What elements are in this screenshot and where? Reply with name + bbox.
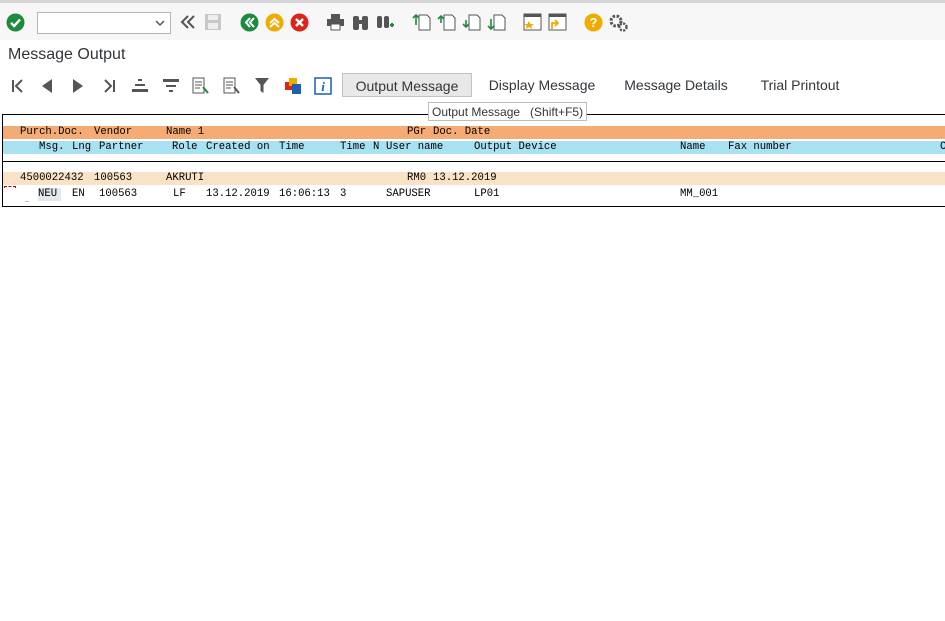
find-binoculars-icon[interactable] [350, 12, 370, 32]
save-icon[interactable] [203, 12, 223, 32]
col-header-purch-doc: Purch.Doc. [20, 126, 84, 138]
list-header-row-2: Msg. Lng Partner Role Created on Time Ti… [3, 141, 945, 154]
last-page-icon[interactable] [486, 12, 506, 32]
col-header-partner: Partner [99, 141, 144, 153]
next-item-icon[interactable] [68, 77, 88, 95]
back-icon[interactable] [239, 12, 259, 32]
new-session-icon[interactable] [522, 12, 542, 32]
find-next-icon[interactable] [375, 12, 395, 32]
system-toolbar: ? [0, 0, 945, 40]
col-header-created-on: Created on [206, 141, 270, 153]
cell-vendor: 100563 [94, 172, 133, 184]
color-legend-icon[interactable] [283, 77, 303, 95]
col-header-time: Time [279, 141, 305, 153]
cell-name: MM_001 [680, 188, 719, 200]
cell-role: LF [173, 188, 186, 200]
cell-created-on: 13.12.2019 [206, 188, 270, 200]
help-icon[interactable]: ? [583, 12, 603, 32]
exit-up-icon[interactable] [264, 12, 284, 32]
document-row[interactable]: 4500022432 100563 AKRUTI RM0 13.12.2019 [3, 172, 945, 185]
page-title: Message Output [8, 46, 126, 63]
col-header-user-name: User name [386, 141, 444, 153]
tooltip: Output Message (Shift+F5) [428, 102, 588, 121]
previous-item-icon[interactable] [37, 77, 57, 95]
svg-text:?: ? [589, 15, 597, 30]
cancel-icon[interactable] [289, 12, 309, 32]
col-header-time-2: Time [340, 141, 366, 153]
col-header-name1: Name 1 [166, 126, 205, 138]
command-field[interactable] [37, 12, 171, 34]
list-header-row-1: Purch.Doc. Vendor Name 1 PGr Doc. Date [3, 126, 945, 139]
cell-purch-doc: 4500022432 [20, 172, 84, 184]
cell-pgr: RM0 [407, 172, 427, 184]
print-icon[interactable] [325, 12, 345, 32]
message-list: Purch.Doc. Vendor Name 1 PGr Doc. Date M… [2, 114, 945, 207]
col-header-vendor: Vendor [94, 126, 133, 138]
change-layout-icon[interactable] [222, 77, 242, 95]
last-item-icon[interactable] [99, 77, 119, 95]
display-message-button[interactable]: Display Message [478, 73, 606, 97]
settings-gear-icon[interactable] [608, 12, 628, 32]
sort-descending-icon[interactable] [161, 77, 181, 95]
cell-output-device: LP01 [474, 188, 500, 200]
select-layout-icon[interactable] [191, 77, 211, 95]
cell-lng: EN [72, 188, 85, 200]
double-chevron-left-icon[interactable] [178, 12, 198, 32]
cell-n: 3 [340, 188, 347, 200]
col-header-trailing: C [940, 141, 945, 154]
output-message-button[interactable]: Output Message [342, 73, 472, 97]
col-header-pgr: PGr [407, 126, 427, 138]
previous-page-icon[interactable] [436, 12, 456, 32]
col-header-msg: Msg. [39, 141, 65, 153]
col-header-name: Name [680, 141, 706, 153]
col-header-lng: Lng [72, 141, 92, 153]
cell-partner: 100563 [99, 188, 138, 200]
col-header-n: N [373, 141, 380, 153]
command-input[interactable] [41, 14, 155, 34]
message-row[interactable]: NEU EN 100563 LF 13.12.2019 16:06:13 3 S… [3, 188, 945, 201]
first-page-icon[interactable] [411, 12, 431, 32]
filter-icon[interactable] [252, 77, 272, 95]
svg-text:i: i [321, 79, 325, 94]
application-toolbar: i Output Message Display Message Message… [0, 70, 945, 102]
info-icon[interactable]: i [313, 77, 333, 95]
col-header-role: Role [172, 141, 198, 153]
col-header-output-device: Output Device [474, 141, 557, 153]
enter-checkmark-icon[interactable] [5, 12, 25, 32]
cell-name1: AKRUTI [166, 172, 205, 184]
sort-ascending-icon[interactable] [130, 77, 150, 95]
col-header-fax-number: Fax number [728, 141, 792, 153]
chevron-down-icon[interactable] [154, 16, 166, 34]
trial-printout-button[interactable]: Trial Printout [746, 73, 854, 97]
col-header-doc-date: Doc. Date [433, 126, 491, 138]
divider [3, 161, 945, 162]
cell-time: 16:06:13 [279, 188, 330, 200]
cell-msg: NEU [38, 188, 62, 201]
first-item-icon[interactable] [8, 77, 28, 95]
next-page-icon[interactable] [461, 12, 481, 32]
message-details-button[interactable]: Message Details [614, 73, 738, 97]
cell-doc-date: 13.12.2019 [433, 172, 497, 184]
cell-user-name: SAPUSER [386, 188, 431, 200]
shortcut-icon[interactable] [547, 12, 567, 32]
